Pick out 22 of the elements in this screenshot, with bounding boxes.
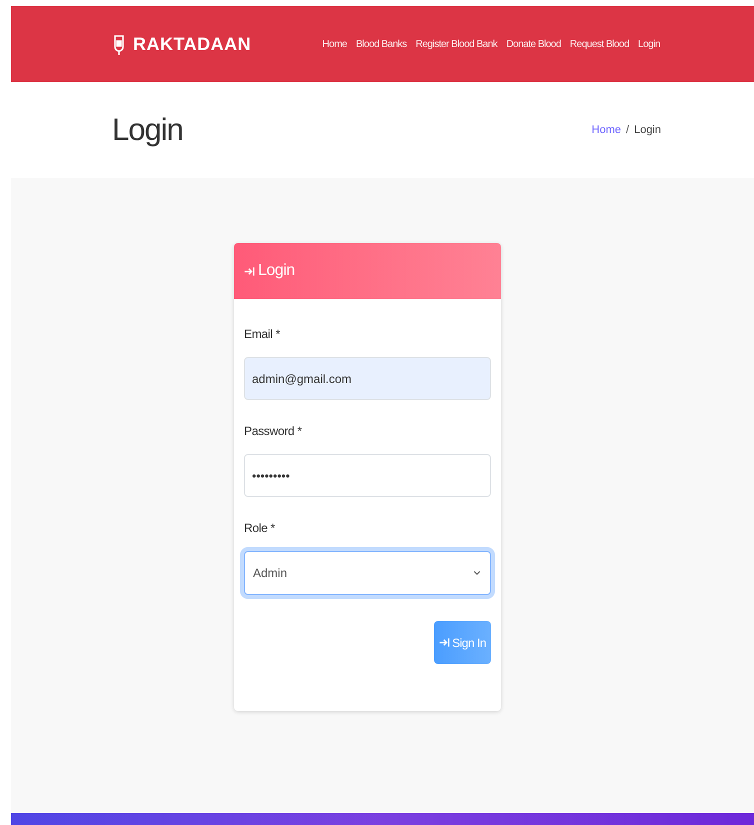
text-field[interactable]: admin@gmail.com: [244, 357, 491, 400]
sign-in-button[interactable]: Sign In: [434, 621, 491, 664]
field-label: Email *: [244, 326, 281, 343]
sign-in-icon: [244, 266, 255, 276]
brand-name[interactable]: RAKTADAAN: [133, 30, 252, 58]
breadcrumb-current: Login: [634, 122, 661, 138]
card-title: Login: [258, 261, 295, 281]
nav-link[interactable]: Donate Blood: [506, 36, 561, 52]
breadcrumb-separator: /: [626, 122, 630, 138]
blood-bag-icon: [113, 33, 125, 55]
breadcrumb-link[interactable]: Home: [592, 122, 622, 138]
sign-in-icon: [439, 637, 450, 648]
nav-link[interactable]: Request Blood: [570, 36, 630, 52]
nav-link[interactable]: Register Blood Bank: [416, 36, 498, 52]
nav-link[interactable]: Login: [638, 36, 660, 52]
field-label: Password *: [244, 423, 303, 440]
nav-link[interactable]: Blood Banks: [356, 36, 407, 52]
role-select[interactable]: Admin: [244, 551, 491, 595]
field-label: Role *: [244, 520, 276, 537]
text-field[interactable]: •••••••••: [244, 454, 491, 497]
page-title: Login: [112, 110, 183, 149]
nav-link[interactable]: Home: [322, 36, 347, 52]
